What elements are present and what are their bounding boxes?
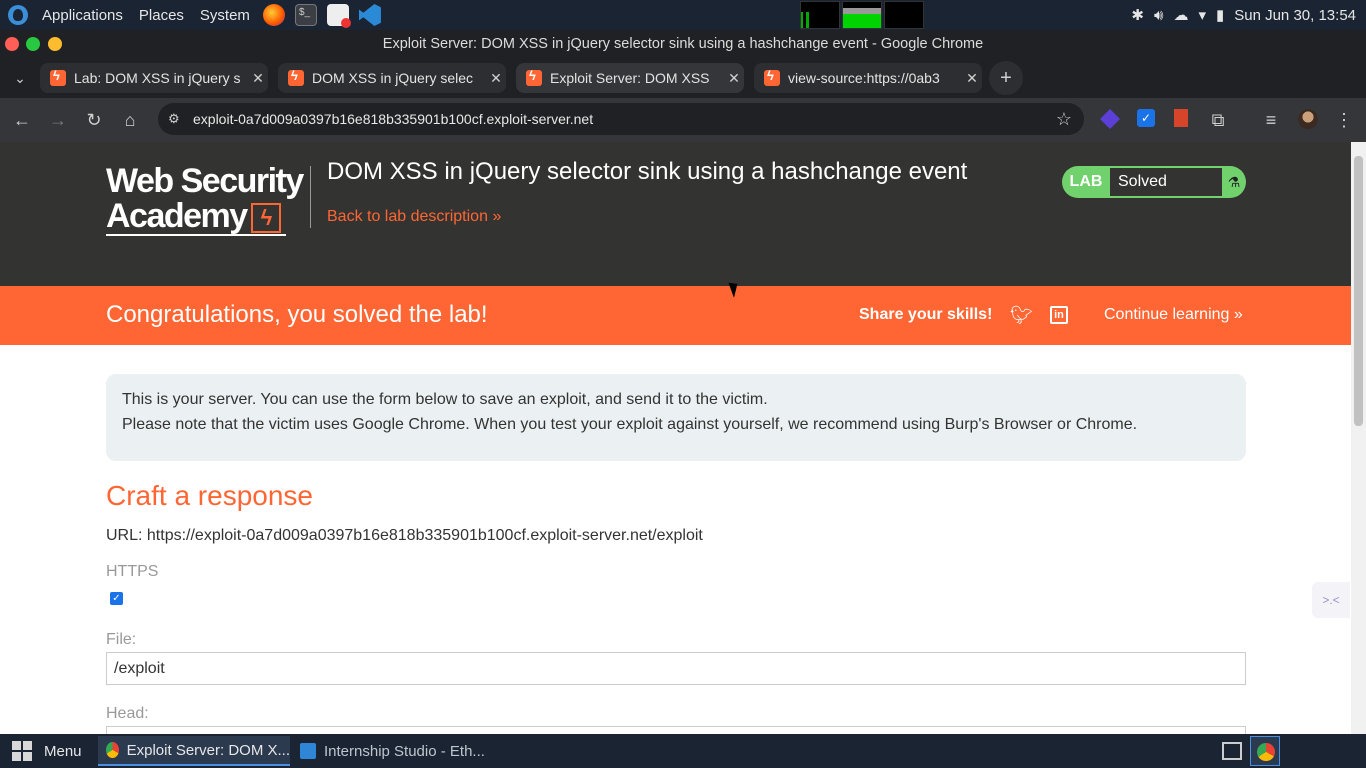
applications-menu[interactable]: Applications — [34, 0, 131, 30]
congrats-banner: Congratulations, you solved the lab! Sha… — [0, 286, 1351, 345]
info-line-2: Please note that the victim uses Google … — [122, 416, 1138, 433]
tab-lab[interactable]: Lab: DOM XSS in jQuery s ✕ — [40, 63, 268, 93]
system-menu[interactable]: System — [192, 0, 258, 30]
text-editor-launcher-icon[interactable] — [326, 4, 351, 28]
bookmark-star-icon[interactable]: ☆ — [1056, 103, 1072, 135]
maximize-window-button[interactable] — [26, 37, 40, 51]
logo-underline — [106, 234, 286, 236]
twitter-icon[interactable]: 🐦︎ — [1010, 305, 1033, 326]
header-divider — [310, 166, 311, 228]
tab-view-source[interactable]: view-source:https://0ab3 ✕ — [754, 63, 982, 93]
memory-graph — [842, 1, 882, 29]
site-info-icon[interactable]: ⚙ — [168, 111, 184, 127]
linkedin-icon[interactable]: in — [1050, 306, 1068, 324]
server-info-box: This is your server. You can use the for… — [106, 374, 1246, 461]
lab-header: Web Security Academy ϟ DOM XSS in jQuery … — [0, 142, 1351, 286]
cpu-graph — [800, 1, 840, 29]
profile-avatar[interactable] — [1298, 109, 1318, 129]
lab-badge-label: LAB — [1069, 173, 1103, 190]
tab-exploit-server[interactable]: Exploit Server: DOM XSS ✕ — [516, 63, 744, 93]
side-widget-icon[interactable]: >.< — [1312, 582, 1350, 618]
places-menu[interactable]: Places — [131, 0, 192, 30]
tab-strip: ⌄ Lab: DOM XSS in jQuery s ✕ DOM XSS in … — [0, 58, 1366, 98]
file-label: File: — [106, 631, 137, 648]
task-chrome[interactable]: Exploit Server: DOM X... — [98, 736, 290, 766]
forward-arrow-icon[interactable]: → — [41, 103, 75, 137]
https-checkbox[interactable]: ✓ — [110, 592, 123, 605]
double-chevron-right-icon: » — [492, 208, 502, 225]
portswigger-favicon-icon — [526, 68, 542, 86]
clock[interactable]: Sun Jun 30, 13:54 — [1234, 7, 1356, 24]
task-file-manager[interactable]: Internship Studio - Eth... — [292, 736, 492, 766]
bolt-icon: ϟ — [250, 203, 281, 234]
close-tab-icon[interactable]: ✕ — [724, 70, 744, 87]
web-security-academy-logo[interactable]: Web Security Academy ϟ — [106, 164, 310, 236]
head-textarea[interactable] — [106, 726, 1246, 734]
lab-title: DOM XSS in jQuery selector sink using a … — [327, 158, 968, 185]
exploit-url: URL: https://exploit-0a7d009a0397b16e818… — [106, 527, 703, 544]
close-tab-icon[interactable]: ✕ — [962, 70, 982, 87]
congrats-message: Congratulations, you solved the lab! — [106, 301, 488, 328]
share-skills-label: Share your skills! — [859, 306, 993, 323]
more-menu-icon[interactable]: ⋮ — [1327, 103, 1361, 137]
page-scrollbar[interactable] — [1351, 142, 1366, 734]
folder-icon — [300, 743, 316, 759]
portswigger-favicon-icon — [288, 68, 304, 86]
craft-response-heading: Craft a response — [106, 480, 313, 511]
head-label: Head: — [106, 705, 149, 722]
volume-icon[interactable]: 🔊︎ — [1154, 7, 1163, 24]
extension-bookmark-icon[interactable] — [1174, 109, 1188, 127]
close-tab-icon[interactable]: ✕ — [486, 70, 506, 87]
battery-icon[interactable]: ▮ — [1216, 6, 1224, 24]
home-icon[interactable]: ⌂ — [113, 103, 147, 137]
taskbar-menu-button[interactable]: Menu — [12, 741, 82, 761]
system-monitor — [800, 1, 924, 29]
lab-badge-status: Solved — [1110, 168, 1222, 196]
bluetooth-icon[interactable]: ✱ — [1131, 6, 1144, 24]
address-bar[interactable]: ⚙ exploit-0a7d009a0397b16e818b335901b100… — [158, 103, 1084, 135]
media-controls-icon[interactable]: ≡ — [1254, 103, 1288, 137]
kali-logo-icon[interactable] — [8, 5, 28, 25]
workspace-icon[interactable] — [1222, 742, 1242, 760]
double-chevron-right-icon: » — [1233, 306, 1243, 323]
wifi-icon[interactable]: ▾ — [1198, 6, 1206, 24]
flask-icon: ⚗ — [1227, 174, 1241, 190]
extensions-puzzle-icon[interactable]: ⧉ — [1201, 103, 1235, 137]
back-arrow-icon[interactable]: ← — [5, 103, 39, 137]
extension-check-icon[interactable]: ✓ — [1137, 109, 1155, 127]
back-to-lab-description-link[interactable]: Back to lab description » — [327, 208, 501, 226]
new-tab-plus-icon[interactable]: + — [989, 61, 1023, 95]
taskbar: Menu Exploit Server: DOM X... Internship… — [0, 734, 1366, 768]
window-title: Exploit Server: DOM XSS in jQuery select… — [382, 36, 984, 52]
continue-learning-link[interactable]: Continue learning » — [1104, 306, 1243, 324]
close-tab-icon[interactable]: ✕ — [248, 70, 268, 87]
reload-icon[interactable]: ↻ — [77, 103, 111, 137]
firefox-launcher-icon[interactable] — [262, 4, 285, 26]
file-input[interactable]: /exploit — [106, 652, 1246, 685]
extension-purple-icon[interactable] — [1100, 109, 1120, 129]
cloud-icon[interactable]: ☁ — [1173, 6, 1188, 24]
page-viewport: Web Security Academy ϟ DOM XSS in jQuery … — [0, 142, 1351, 734]
close-window-button[interactable] — [5, 37, 19, 51]
menu-grid-icon — [12, 741, 32, 761]
portswigger-favicon-icon — [50, 68, 66, 86]
scrollbar-thumb[interactable] — [1354, 156, 1363, 426]
lab-status-badge: LAB Solved ⚗ — [1062, 166, 1246, 198]
vscode-launcher-icon[interactable] — [358, 4, 381, 26]
address-bar-url: exploit-0a7d009a0397b16e818b335901b100cf… — [193, 111, 594, 127]
terminal-launcher-icon[interactable]: $_ — [294, 4, 317, 26]
tab-search-chevron-icon[interactable]: ⌄ — [3, 61, 37, 95]
https-label: HTTPS — [106, 563, 159, 580]
chrome-icon — [106, 742, 119, 758]
system-panel: Applications Places System $_ ✱ 🔊︎ ☁ ▾ ▮… — [0, 0, 1366, 30]
browser-toolbar: ← → ↻ ⌂ ⚙ exploit-0a7d009a0397b16e818b33… — [0, 98, 1366, 142]
taskbar-chrome-icon[interactable] — [1250, 736, 1280, 766]
tab-dom-xss[interactable]: DOM XSS in jQuery selec ✕ — [278, 63, 506, 93]
minimize-window-button[interactable] — [48, 37, 62, 51]
network-graph — [884, 1, 924, 29]
portswigger-favicon-icon — [764, 68, 780, 86]
window-titlebar: Exploit Server: DOM XSS in jQuery select… — [0, 30, 1366, 58]
